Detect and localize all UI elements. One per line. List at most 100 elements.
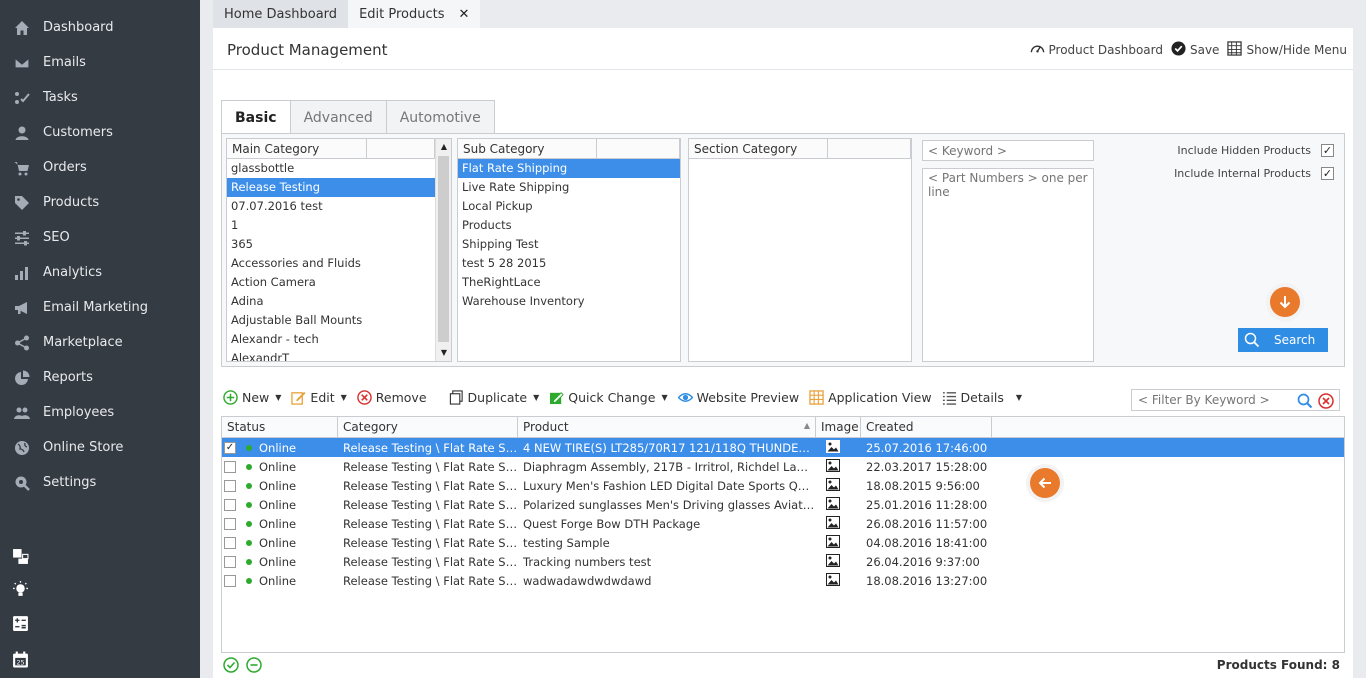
list-item[interactable]: Adina xyxy=(227,292,451,311)
row-checkbox[interactable] xyxy=(224,479,236,492)
quick-change-button[interactable]: Quick Change ▼ xyxy=(549,390,668,405)
application-view-button[interactable]: Application View xyxy=(809,390,932,405)
list-item[interactable]: Products xyxy=(458,216,680,235)
section-category-list[interactable]: Section Category xyxy=(688,138,912,362)
column-header-image[interactable]: Image xyxy=(816,417,861,437)
sidebar-item-employees[interactable]: Employees xyxy=(0,395,200,430)
sub-category-list[interactable]: Sub Category Flat Rate Shipping Live Rate… xyxy=(457,138,681,362)
website-preview-button[interactable]: Website Preview xyxy=(677,390,799,405)
table-row[interactable]: Online Release Testing \ Flat Rate Shippi… xyxy=(222,457,1344,476)
column-header-status[interactable]: Status xyxy=(222,417,338,437)
list-item[interactable]: Local Pickup xyxy=(458,197,680,216)
scroll-up-icon[interactable]: ▲ xyxy=(436,139,451,155)
list-item[interactable]: Live Rate Shipping xyxy=(458,178,680,197)
back-arrow-button[interactable] xyxy=(1030,468,1060,498)
clear-icon[interactable] xyxy=(1318,393,1334,409)
include-internal-checkbox[interactable]: ✓ xyxy=(1321,167,1334,180)
part-numbers-input[interactable] xyxy=(922,168,1094,362)
windows-icon[interactable] xyxy=(12,548,30,566)
tab-advanced[interactable]: Advanced xyxy=(289,100,387,134)
sidebar-item-analytics[interactable]: Analytics xyxy=(0,255,200,290)
list-item[interactable]: Accessories and Fluids xyxy=(227,254,451,273)
row-checkbox[interactable] xyxy=(224,460,236,473)
row-checkbox[interactable] xyxy=(224,555,236,568)
sidebar-item-settings[interactable]: Settings xyxy=(0,465,200,500)
lightbulb-icon[interactable] xyxy=(12,581,30,599)
list-item[interactable]: Release Testing xyxy=(227,178,451,197)
calendar-icon[interactable]: 25 xyxy=(12,651,30,669)
close-icon[interactable]: ✕ xyxy=(459,7,470,22)
calculator-icon[interactable] xyxy=(12,615,30,633)
product-dashboard-button[interactable]: Product Dashboard xyxy=(1030,41,1163,59)
image-icon[interactable] xyxy=(826,439,840,453)
collapse-filter-button[interactable] xyxy=(1270,287,1300,317)
list-item[interactable]: Action Camera xyxy=(227,273,451,292)
sidebar-item-email-marketing[interactable]: Email Marketing xyxy=(0,290,200,325)
keyword-input[interactable] xyxy=(922,140,1094,161)
tab-automotive[interactable]: Automotive xyxy=(385,100,495,134)
remove-button[interactable]: Remove xyxy=(357,390,427,405)
list-item[interactable]: Flat Rate Shipping xyxy=(458,159,680,178)
column-header-category[interactable]: Category xyxy=(338,417,518,437)
list-item[interactable]: 365 xyxy=(227,235,451,254)
table-row[interactable]: Online Release Testing \ Flat Rate Shippi… xyxy=(222,495,1344,514)
sidebar-item-products[interactable]: Products xyxy=(0,185,200,220)
table-row[interactable]: Online Release Testing \ Flat Rate Shippi… xyxy=(222,533,1344,552)
list-item[interactable]: test 5 28 2015 xyxy=(458,254,680,273)
sidebar-item-reports[interactable]: Reports xyxy=(0,360,200,395)
filter-keyword-input[interactable] xyxy=(1132,390,1292,410)
image-icon[interactable] xyxy=(826,477,840,491)
row-checkbox[interactable] xyxy=(224,498,236,511)
search-icon[interactable] xyxy=(1297,393,1313,409)
list-item[interactable]: Warehouse Inventory xyxy=(458,292,680,311)
image-icon[interactable] xyxy=(826,572,840,586)
table-row[interactable]: Online Release Testing \ Flat Rate Shippi… xyxy=(222,476,1344,495)
table-row[interactable]: Online Release Testing \ Flat Rate Shippi… xyxy=(222,571,1344,590)
show-hide-menu-button[interactable]: Show/Hide Menu xyxy=(1227,41,1347,59)
scroll-thumb[interactable] xyxy=(438,156,449,342)
list-item[interactable]: Adjustable Ball Mounts xyxy=(227,311,451,330)
details-button[interactable]: Details ▼ xyxy=(942,390,1022,405)
main-category-list[interactable]: Main Category glassbottle Release Testing… xyxy=(226,138,452,362)
sidebar-item-tasks[interactable]: Tasks xyxy=(0,80,200,115)
image-icon[interactable] xyxy=(826,553,840,567)
sidebar-item-emails[interactable]: Emails xyxy=(0,45,200,80)
list-item[interactable]: Shipping Test xyxy=(458,235,680,254)
search-button[interactable]: Search xyxy=(1238,328,1328,352)
table-row[interactable]: Online Release Testing \ Flat Rate Shippi… xyxy=(222,552,1344,571)
row-checkbox[interactable] xyxy=(224,536,236,549)
save-button[interactable]: Save xyxy=(1171,41,1219,59)
list-item[interactable]: glassbottle xyxy=(227,159,451,178)
include-hidden-checkbox[interactable]: ✓ xyxy=(1321,144,1334,157)
check-all-icon[interactable] xyxy=(223,657,239,673)
image-icon[interactable] xyxy=(826,515,840,529)
sidebar-item-marketplace[interactable]: Marketplace xyxy=(0,325,200,360)
tab-home-dashboard[interactable]: Home Dashboard xyxy=(213,0,349,28)
scrollbar[interactable]: ▲ ▼ xyxy=(435,139,451,361)
scroll-down-icon[interactable]: ▼ xyxy=(436,345,451,361)
sidebar-item-seo[interactable]: SEO xyxy=(0,220,200,255)
table-row[interactable]: ✓ Online Release Testing \ Flat Rate Shipp… xyxy=(222,438,1344,457)
tab-basic[interactable]: Basic xyxy=(221,100,291,135)
uncheck-all-icon[interactable] xyxy=(246,657,262,673)
list-item[interactable]: Alexandr - tech xyxy=(227,330,451,349)
list-item[interactable]: AlexandrT xyxy=(227,349,451,361)
row-checkbox[interactable]: ✓ xyxy=(224,441,236,454)
list-item[interactable]: 07.07.2016 test xyxy=(227,197,451,216)
table-row[interactable]: Online Release Testing \ Flat Rate Shippi… xyxy=(222,514,1344,533)
new-button[interactable]: New ▼ xyxy=(223,390,281,405)
image-icon[interactable] xyxy=(826,496,840,510)
sidebar-item-customers[interactable]: Customers xyxy=(0,115,200,150)
list-item[interactable]: TheRightLace xyxy=(458,273,680,292)
image-icon[interactable] xyxy=(826,534,840,548)
sidebar-item-online-store[interactable]: Online Store xyxy=(0,430,200,465)
column-header-product[interactable]: Product ▲ xyxy=(518,417,816,437)
duplicate-button[interactable]: Duplicate ▼ xyxy=(449,390,539,405)
column-header-created[interactable]: Created xyxy=(861,417,992,437)
sidebar-item-orders[interactable]: Orders xyxy=(0,150,200,185)
image-icon[interactable] xyxy=(826,458,840,472)
sidebar-item-dashboard[interactable]: Dashboard xyxy=(0,10,200,45)
edit-button[interactable]: Edit ▼ xyxy=(291,390,347,405)
row-checkbox[interactable] xyxy=(224,517,236,530)
list-item[interactable]: 1 xyxy=(227,216,451,235)
